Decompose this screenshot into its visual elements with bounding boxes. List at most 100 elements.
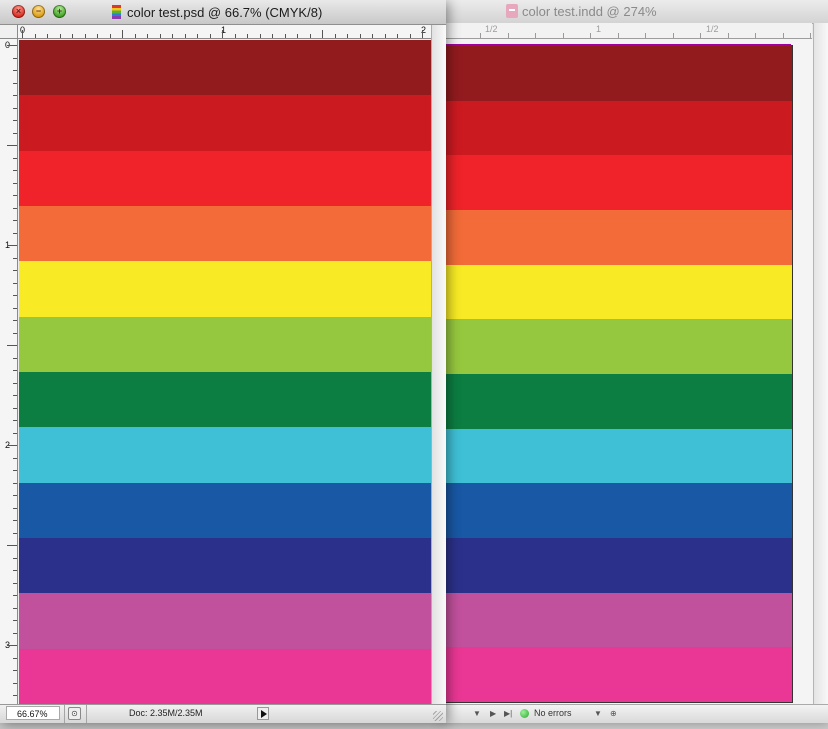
photoshop-status-bar: 66.67% ⊙ Doc: 2.35M/2.35M [0,704,446,723]
indesign-ruler-label: 1/2 [706,24,719,34]
indd-stripe-yellow [440,265,792,319]
status-menu-arrow-button[interactable] [257,707,269,720]
indd-stripe-blue [440,483,792,538]
ruler-tick [563,33,564,38]
zoom-window-button[interactable]: + [53,5,66,18]
ruler-tick [172,34,173,38]
psd-stripe-pink-violet [19,593,431,649]
photoshop-vertical-ruler[interactable]: 0 1 2 3 [0,39,18,704]
indesign-pasteboard[interactable] [440,39,813,704]
close-icon: × [15,6,22,16]
ruler-tick [13,208,17,209]
ruler-tick [13,695,17,696]
photoshop-vertical-scrollbar[interactable] [431,25,446,704]
indesign-horizontal-ruler[interactable]: 1/2 1 1/2 [440,23,812,39]
ruler-tick [13,183,17,184]
preflight-status-label[interactable]: No errors [534,708,572,718]
ruler-tick [7,545,17,546]
ruler-tick [728,33,729,38]
psd-stripe-orange [19,206,431,261]
ruler-tick [13,58,17,59]
ruler-tick [260,34,261,38]
ruler-tick [13,120,17,121]
ruler-origin-corner[interactable] [0,25,18,39]
indesign-vertical-scrollbar[interactable] [813,23,828,704]
psd-stripe-lime [19,317,431,372]
ruler-tick [755,33,756,38]
ruler-tick [322,30,323,38]
ruler-tick [13,258,17,259]
indd-stripe-lime [440,319,792,374]
preflight-panel-icon[interactable]: ⊕ [610,709,617,719]
ruler-tick [7,145,17,146]
indesign-page[interactable] [440,45,793,703]
status-divider [86,705,87,723]
ruler-tick [13,358,17,359]
work-area-icon[interactable]: ⊙ [68,707,81,720]
ruler-tick [210,34,211,38]
ruler-tick [13,95,17,96]
preflight-menu-arrow-icon[interactable]: ▼ [594,709,602,719]
ruler-tick [13,83,17,84]
photoshop-canvas[interactable] [19,40,431,704]
ruler-tick [13,633,17,634]
ruler-tick [13,420,17,421]
indd-stripe-navy [440,538,792,593]
indesign-status-bar: ▼ ▶ ▶| No errors ▼ ⊕ [440,704,828,723]
photoshop-document-icon [112,5,121,19]
resize-grip-icon[interactable] [433,711,443,721]
indesign-document-window[interactable]: color test.indd @ 274% 1/2 1 1/2 ▼ ▶ ▶| … [440,0,828,723]
ruler-tick [60,34,61,38]
psd-stripe-magenta [19,649,431,704]
zoom-level-field[interactable]: 66.67% [6,706,60,720]
ruler-tick [285,34,286,38]
ruler-tick [85,34,86,38]
indesign-title: color test.indd @ 274% [506,3,657,19]
psd-stripe-cyan [19,427,431,483]
ruler-tick [13,658,17,659]
ruler-tick [13,458,17,459]
indd-stripe-cyan [440,429,792,483]
ruler-tick [13,483,17,484]
ruler-tick [13,620,17,621]
ruler-tick [13,408,17,409]
last-page-icon[interactable]: ▶| [504,709,512,719]
ruler-tick [480,33,481,38]
ruler-tick [13,508,17,509]
ruler-tick [135,34,136,38]
ruler-tick [247,34,248,38]
photoshop-horizontal-ruler[interactable]: 0 1 2 [18,25,431,39]
ruler-tick [372,34,373,38]
psd-stripe-bright-red [19,151,431,206]
ruler-tick [185,34,186,38]
photoshop-title: color test.psd @ 66.7% (CMYK/8) [112,4,322,20]
ruler-tick [13,583,17,584]
ruler-tick [47,34,48,38]
dropdown-arrow-icon[interactable]: ▼ [473,709,481,719]
next-page-icon[interactable]: ▶ [490,709,496,719]
close-window-button[interactable]: × [12,5,25,18]
ruler-tick [13,395,17,396]
zoom-icon: + [56,6,63,16]
photoshop-document-window[interactable]: × − + color test.psd @ 66.7% (CMYK/8) 0 … [0,0,446,723]
ruler-tick [13,195,17,196]
indesign-title-bar[interactable]: color test.indd @ 274% [440,0,828,24]
ruler-tick [272,34,273,38]
ruler-tick [7,245,17,246]
psd-stripe-red [19,95,431,151]
psd-stripe-blue [19,483,431,538]
indesign-ruler-label: 1 [596,24,602,34]
minimize-icon: − [35,6,42,16]
ruler-tick [13,220,17,221]
ruler-tick [13,595,17,596]
ruler-tick [13,295,17,296]
ruler-tick [222,30,223,38]
indd-stripe-bright-red [440,155,792,210]
ruler-tick [110,34,111,38]
ruler-tick [122,30,123,38]
minimize-window-button[interactable]: − [32,5,45,18]
ruler-tick [13,533,17,534]
photoshop-title-bar[interactable]: × − + color test.psd @ 66.7% (CMYK/8) [0,0,446,25]
ruler-tick [13,370,17,371]
psd-stripe-green [19,372,431,427]
